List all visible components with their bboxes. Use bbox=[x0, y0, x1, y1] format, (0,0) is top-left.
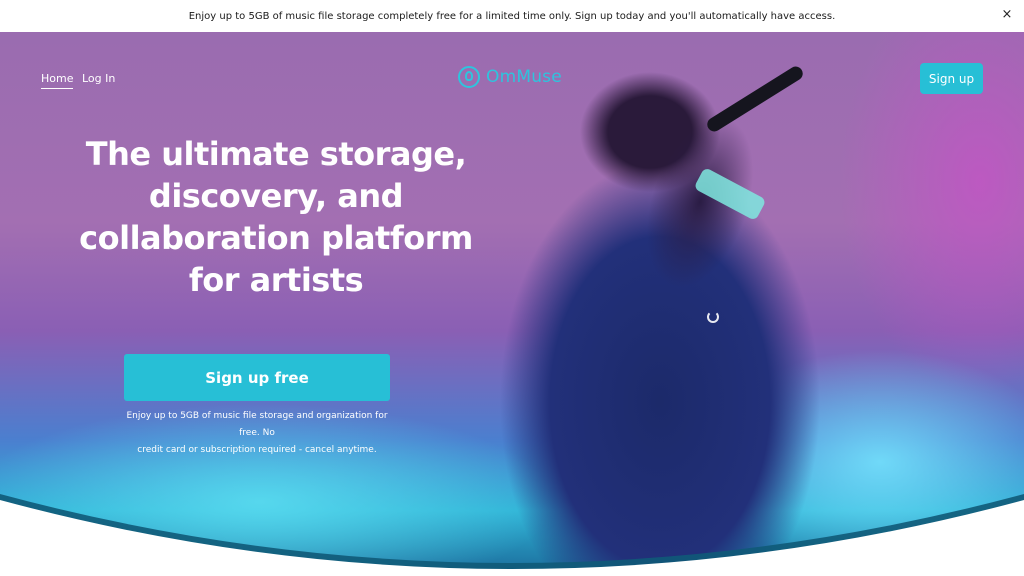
signup-free-button[interactable]: Sign up free bbox=[124, 354, 390, 401]
nav-login-link[interactable]: Log In bbox=[82, 72, 115, 85]
subtext-line: Enjoy up to 5GB of music file storage an… bbox=[126, 411, 388, 438]
announcement-bar: Enjoy up to 5GB of music file storage co… bbox=[0, 0, 1024, 32]
subtext-line: credit card or subscription required - c… bbox=[137, 445, 377, 455]
ommuse-logo-icon bbox=[458, 66, 480, 88]
hero-subtext: Enjoy up to 5GB of music file storage an… bbox=[122, 408, 392, 459]
announcement-text: Enjoy up to 5GB of music file storage co… bbox=[188, 10, 836, 22]
headline-line: The ultimate storage, bbox=[85, 135, 467, 173]
close-icon[interactable]: × bbox=[1000, 7, 1014, 23]
loading-spinner-icon bbox=[707, 311, 719, 323]
hero-section: Home Log In OmMuse Sign up The ultimate … bbox=[0, 32, 1024, 576]
logo-text: OmMuse bbox=[486, 67, 562, 87]
logo[interactable]: OmMuse bbox=[458, 66, 562, 88]
headline-line: collaboration platform bbox=[79, 219, 473, 257]
headline-line: discovery, and bbox=[148, 177, 404, 215]
headline-line: for artists bbox=[188, 261, 364, 299]
hero-bottom-curve bbox=[0, 494, 1024, 576]
header-signup-button[interactable]: Sign up bbox=[920, 63, 983, 94]
hero-headline: The ultimate storage, discovery, and col… bbox=[66, 133, 486, 301]
nav-home-link[interactable]: Home bbox=[41, 72, 74, 89]
